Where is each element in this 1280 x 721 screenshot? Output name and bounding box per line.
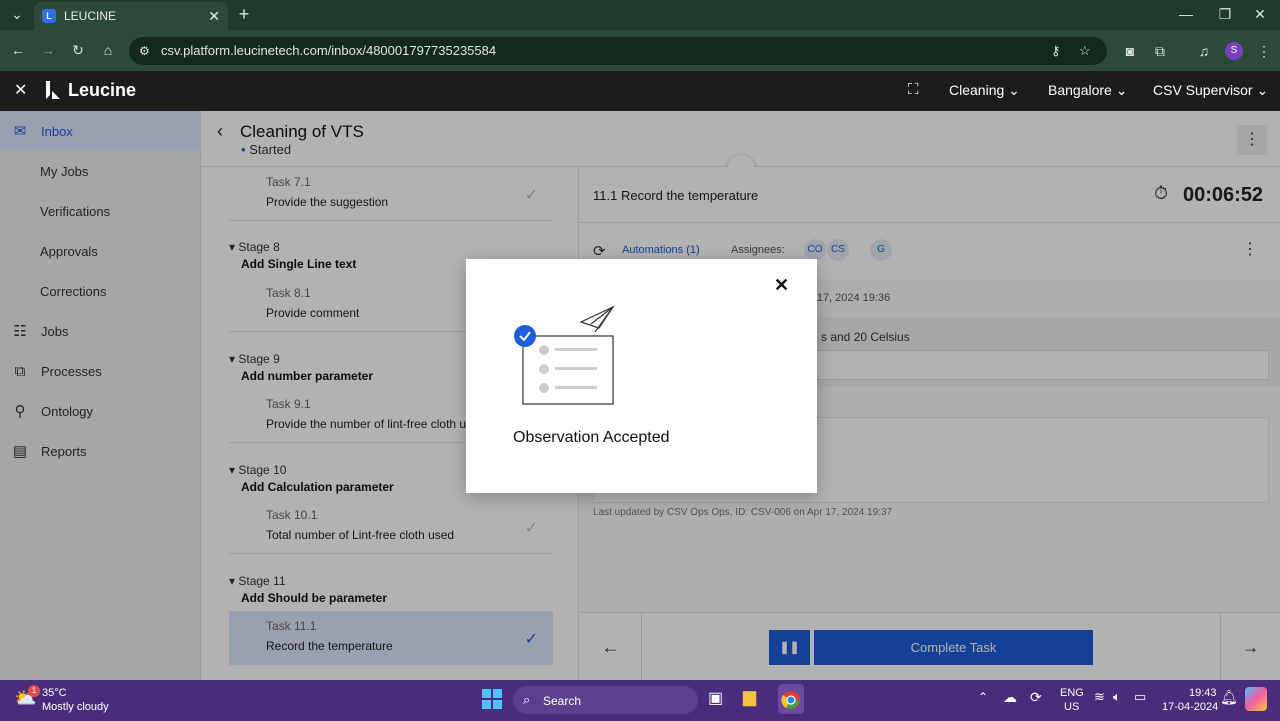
chevron-down-icon: ⌄ [1115, 82, 1128, 98]
taskbar-search-box[interactable]: ⌕ Search [513, 686, 698, 714]
leucine-favicon-icon: L [42, 9, 56, 23]
wifi-icon[interactable]: ≋ [1094, 689, 1105, 705]
close-nav-icon[interactable]: ✕ [14, 80, 27, 100]
facility-dropdown[interactable]: Cleaning ⌄ [949, 82, 1020, 99]
weather-text: Mostly cloudy [42, 701, 109, 713]
copilot-icon[interactable] [1245, 687, 1267, 711]
camera-extension-icon[interactable]: ◙ [1120, 37, 1140, 65]
file-explorer-icon[interactable]: ▆ [743, 687, 756, 707]
site-info-icon[interactable]: ⚙ [139, 37, 150, 65]
bookmark-star-icon[interactable]: ☆ [1079, 37, 1091, 65]
sync-icon[interactable]: ⟳ [1030, 689, 1042, 706]
battery-icon[interactable]: ▭ [1134, 689, 1146, 705]
location-dropdown[interactable]: Bangalore ⌄ [1048, 82, 1127, 99]
tab-list-icon[interactable]: ⌄ [6, 0, 28, 28]
browser-tab[interactable]: L LEUCINE ✕ [34, 2, 228, 30]
window-close-icon[interactable]: ✕ [1250, 0, 1270, 28]
chrome-taskbar-icon[interactable] [778, 684, 804, 714]
volume-icon[interactable]: 🔈︎ [1113, 689, 1121, 705]
search-icon: ⌕ [523, 692, 531, 707]
onedrive-icon[interactable]: ☁ [1003, 689, 1017, 706]
app-logo-text: Leucine [68, 80, 137, 100]
address-bar[interactable]: ⚙ csv.platform.leucinetech.com/inbox/480… [129, 37, 1107, 65]
new-tab-icon[interactable]: + [234, 0, 254, 28]
scan-icon[interactable]: ⛶ [908, 81, 919, 98]
search-placeholder: Search [543, 694, 582, 708]
observation-illustration-icon [511, 304, 621, 409]
password-key-icon[interactable]: ⚷ [1051, 37, 1061, 65]
chevron-down-icon: ⌄ [1256, 82, 1269, 98]
close-tab-icon[interactable]: ✕ [208, 8, 220, 25]
clock-date[interactable]: 17-04-2024 [1162, 701, 1218, 713]
chevron-up-icon[interactable]: ⌃ [978, 690, 988, 704]
os-taskbar: ⛅ 1 35°C Mostly cloudy ⌕ Search ▣ ▆ ⌃ ☁ … [0, 680, 1280, 721]
modal-close-icon[interactable]: ✕ [774, 275, 789, 296]
minimize-icon[interactable]: — [1176, 0, 1196, 28]
modal-message: Observation Accepted [513, 429, 670, 446]
home-icon[interactable]: ⌂ [98, 36, 118, 64]
notification-bell-icon[interactable]: 🔔︎ [1220, 689, 1238, 706]
temperature-text: 35°C [42, 687, 67, 699]
clock-time[interactable]: 19:43 [1189, 687, 1217, 699]
facility-label: Cleaning [949, 82, 1005, 98]
language-code[interactable]: ENG [1060, 687, 1084, 699]
role-label: CSV Supervisor [1153, 82, 1253, 98]
extensions-icon[interactable]: ⧉ [1150, 37, 1170, 65]
reload-icon[interactable]: ↻ [68, 36, 88, 64]
role-dropdown[interactable]: CSV Supervisor ⌄ [1153, 82, 1268, 99]
browser-menu-icon[interactable]: ⋮ [1254, 37, 1274, 65]
browser-tab-bar: ⌄ L LEUCINE ✕ + — ❐ ✕ [0, 0, 1280, 30]
url-text: csv.platform.leucinetech.com/inbox/48000… [161, 43, 497, 58]
task-view-icon[interactable]: ▣ [708, 688, 723, 708]
profile-avatar[interactable]: S [1225, 42, 1243, 60]
windows-start-icon[interactable] [482, 689, 502, 709]
media-icon[interactable]: ♫ [1194, 37, 1214, 65]
observation-modal: ✕ Observation Accepted [466, 259, 817, 493]
back-icon[interactable]: ← [8, 36, 28, 64]
location-label: Bangalore [1048, 82, 1112, 98]
chevron-down-icon: ⌄ [1008, 82, 1020, 98]
weather-badge: 1 [28, 685, 40, 697]
forward-icon[interactable]: → [38, 36, 58, 64]
keyboard-region[interactable]: US [1064, 701, 1079, 713]
restore-icon[interactable]: ❐ [1215, 0, 1235, 28]
tab-title: LEUCINE [64, 9, 117, 23]
leucine-logo-icon [42, 79, 64, 101]
